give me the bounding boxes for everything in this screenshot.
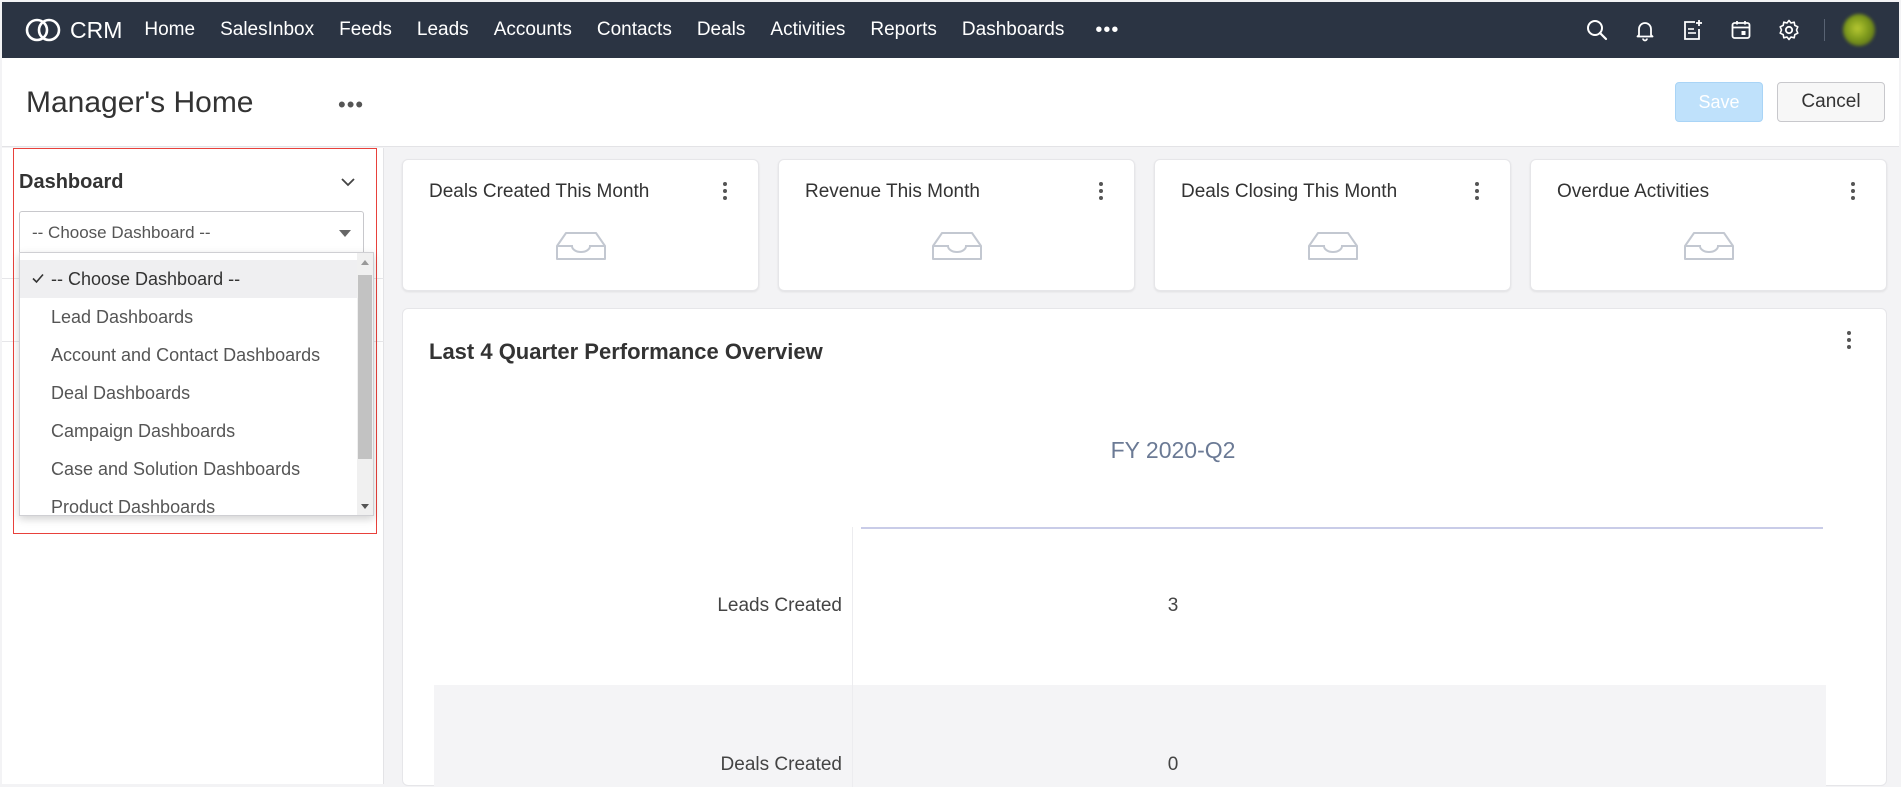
zoho-logo-icon — [25, 18, 61, 42]
dropdown-option-label: Campaign Dashboards — [51, 420, 236, 441]
kpi-card: Deals Created This Month — [402, 159, 759, 291]
scroll-down-icon[interactable] — [361, 504, 369, 509]
nav-activities[interactable]: Activities — [770, 19, 845, 41]
check-icon — [32, 273, 44, 284]
dropdown-option[interactable]: -- Choose Dashboard -- — [20, 260, 358, 298]
nav-more-icon[interactable]: ••• — [1095, 19, 1119, 42]
nav-links: Home SalesInbox Feeds Leads Accounts Con… — [144, 19, 1119, 42]
nav-feeds[interactable]: Feeds — [339, 19, 392, 41]
search-icon[interactable] — [1584, 17, 1610, 43]
dropdown-option[interactable]: Product Dashboards — [20, 488, 358, 516]
cancel-button[interactable]: Cancel — [1777, 82, 1885, 122]
dropdown-option[interactable]: Case and Solution Dashboards — [20, 450, 358, 488]
nav-deals[interactable]: Deals — [697, 19, 746, 41]
card-title: Deals Closing This Month — [1181, 181, 1398, 202]
row-value[interactable]: 3 — [1103, 595, 1243, 617]
bell-icon[interactable] — [1632, 17, 1658, 43]
card-title: Overdue Activities — [1557, 181, 1710, 202]
nav-leads[interactable]: Leads — [417, 19, 469, 41]
panel-menu-icon[interactable] — [1846, 331, 1852, 349]
dashboard-select[interactable]: -- Choose Dashboard -- — [19, 211, 364, 255]
calendar-icon[interactable] — [1728, 17, 1754, 43]
column-divider — [852, 527, 853, 787]
card-menu-icon[interactable] — [722, 182, 728, 200]
row-label: Leads Created — [717, 595, 842, 616]
header-rule — [861, 527, 1823, 529]
card-menu-icon[interactable] — [1098, 182, 1104, 200]
user-avatar[interactable] — [1843, 14, 1875, 46]
nav-icons — [1562, 2, 1875, 58]
dropdown-option-label: Lead Dashboards — [51, 306, 194, 327]
dropdown-option-label: Case and Solution Dashboards — [51, 458, 301, 479]
chevron-down-icon[interactable] — [339, 173, 357, 191]
row-label: Deals Created — [720, 754, 842, 775]
dropdown-option-label: Deal Dashboards — [51, 382, 191, 403]
dropdown-option-label: -- Choose Dashboard -- — [51, 268, 241, 289]
dashboard-dropdown-list: -- Choose Dashboard -- Lead Dashboards A… — [19, 252, 374, 516]
kpi-card: Revenue This Month — [778, 159, 1135, 291]
dropdown-option[interactable]: Deal Dashboards — [20, 374, 358, 412]
panel-title: Last 4 Quarter Performance Overview — [429, 339, 823, 364]
nav-accounts[interactable]: Accounts — [494, 19, 572, 41]
dropdown-option[interactable]: Campaign Dashboards — [20, 412, 358, 450]
dropdown-option[interactable]: Account and Contact Dashboards — [20, 336, 358, 374]
nav-dashboards[interactable]: Dashboards — [962, 19, 1064, 41]
nav-reports[interactable]: Reports — [870, 19, 937, 41]
empty-inbox-icon — [556, 232, 606, 260]
empty-inbox-icon — [1684, 232, 1734, 260]
card-title: Deals Created This Month — [429, 181, 650, 202]
card-menu-icon[interactable] — [1474, 182, 1480, 200]
row-value[interactable]: 0 — [1103, 754, 1243, 776]
dropdown-option-label: Account and Contact Dashboards — [51, 344, 321, 365]
empty-inbox-icon — [932, 232, 982, 260]
dashboard-section-label: Dashboard — [19, 171, 124, 193]
nav-separator — [1824, 19, 1825, 41]
kpi-card: Overdue Activities — [1530, 159, 1887, 291]
select-value: -- Choose Dashboard -- — [32, 223, 211, 242]
empty-inbox-icon — [1308, 232, 1358, 260]
page-header: Manager's Home ••• Save Cancel — [2, 58, 1899, 147]
scroll-up-icon[interactable] — [361, 260, 369, 265]
gear-icon[interactable] — [1776, 17, 1802, 43]
logo-text: CRM — [70, 16, 123, 43]
dropdown-option-label: Product Dashboards — [51, 496, 216, 516]
scrollbar-thumb[interactable] — [358, 275, 372, 459]
dropdown-scrollbar[interactable] — [357, 253, 373, 515]
nav-home[interactable]: Home — [144, 19, 195, 41]
caret-down-icon — [339, 230, 351, 237]
top-nav: CRM Home SalesInbox Feeds Leads Accounts… — [2, 2, 1899, 58]
page-title: Manager's Home — [26, 86, 254, 119]
title-more-icon[interactable]: ••• — [338, 94, 364, 116]
card-menu-icon[interactable] — [1850, 182, 1856, 200]
add-note-icon[interactable] — [1680, 17, 1706, 43]
quarter-header: FY 2020-Q2 — [1110, 437, 1236, 463]
kpi-card: Deals Closing This Month — [1154, 159, 1511, 291]
crm-logo[interactable]: CRM — [24, 17, 122, 44]
nav-contacts[interactable]: Contacts — [597, 19, 672, 41]
dropdown-option[interactable]: Lead Dashboards — [20, 298, 358, 336]
performance-overview-panel: Last 4 Quarter Performance Overview FY 2… — [402, 308, 1887, 787]
card-title: Revenue This Month — [805, 181, 980, 202]
nav-salesinbox[interactable]: SalesInbox — [220, 19, 314, 41]
save-button[interactable]: Save — [1675, 82, 1763, 122]
